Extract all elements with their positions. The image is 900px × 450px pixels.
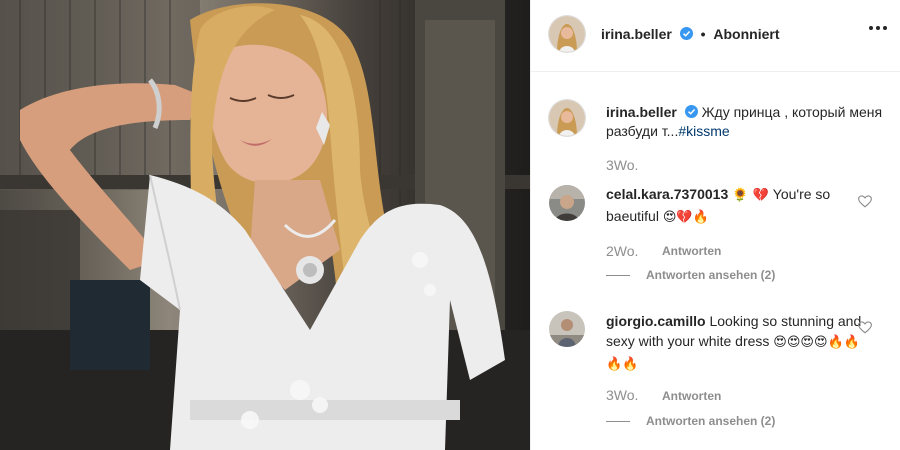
heart-icon[interactable]: [858, 195, 872, 208]
comment-text: giorgio.camillo Looking so stunning and …: [606, 311, 866, 375]
caption-text: irina.beller Жду принца , который меня р…: [606, 103, 886, 141]
reply-button[interactable]: Antworten: [662, 244, 721, 258]
comment-time[interactable]: 2Wo.: [606, 243, 638, 259]
caption-time[interactable]: 3Wo.: [606, 157, 638, 173]
author-avatar[interactable]: [549, 16, 585, 52]
post-photo-illustration: [0, 0, 530, 450]
replies-divider-line: [606, 274, 630, 276]
comment-text: celal.kara.7370013 🌻 💔 You're so baeutif…: [606, 184, 866, 228]
caption-avatar[interactable]: [549, 100, 585, 136]
separator-dot: •: [700, 26, 706, 42]
post-header: irina.beller • Abonniert: [531, 0, 900, 72]
more-options-icon[interactable]: [869, 26, 887, 30]
verified-badge-icon: [684, 105, 698, 118]
comment-emoji-suffix: 😍💔🔥: [662, 210, 709, 225]
comment-avatar[interactable]: [549, 185, 585, 221]
author-username[interactable]: irina.beller: [601, 26, 672, 42]
reply-button[interactable]: Antworten: [662, 389, 721, 403]
comment-emoji-prefix: 🌻 💔: [732, 188, 773, 203]
comment-username[interactable]: celal.kara.7370013: [606, 186, 728, 202]
comment-time[interactable]: 3Wo.: [606, 387, 638, 403]
verified-badge-icon: [679, 27, 693, 40]
replies-divider-line: [606, 420, 630, 422]
view-replies-button[interactable]: Antworten ansehen (2): [606, 414, 775, 428]
heart-icon[interactable]: [858, 321, 872, 334]
post-photo[interactable]: [0, 0, 530, 450]
follow-status-button[interactable]: Abonniert: [713, 26, 779, 42]
view-replies-label: Antworten ansehen (2): [646, 414, 776, 428]
post-detail-panel: irina.beller • Abonniert irina.beller Жд…: [530, 0, 900, 450]
view-replies-label: Antworten ansehen (2): [646, 268, 776, 282]
comment-username[interactable]: giorgio.camillo: [606, 313, 706, 329]
header-line: irina.beller • Abonniert: [601, 26, 780, 42]
comment-avatar[interactable]: [549, 311, 585, 347]
caption-username[interactable]: irina.beller: [606, 104, 677, 120]
caption-hashtag[interactable]: #kissme: [678, 123, 729, 139]
view-replies-button[interactable]: Antworten ansehen (2): [606, 268, 775, 282]
